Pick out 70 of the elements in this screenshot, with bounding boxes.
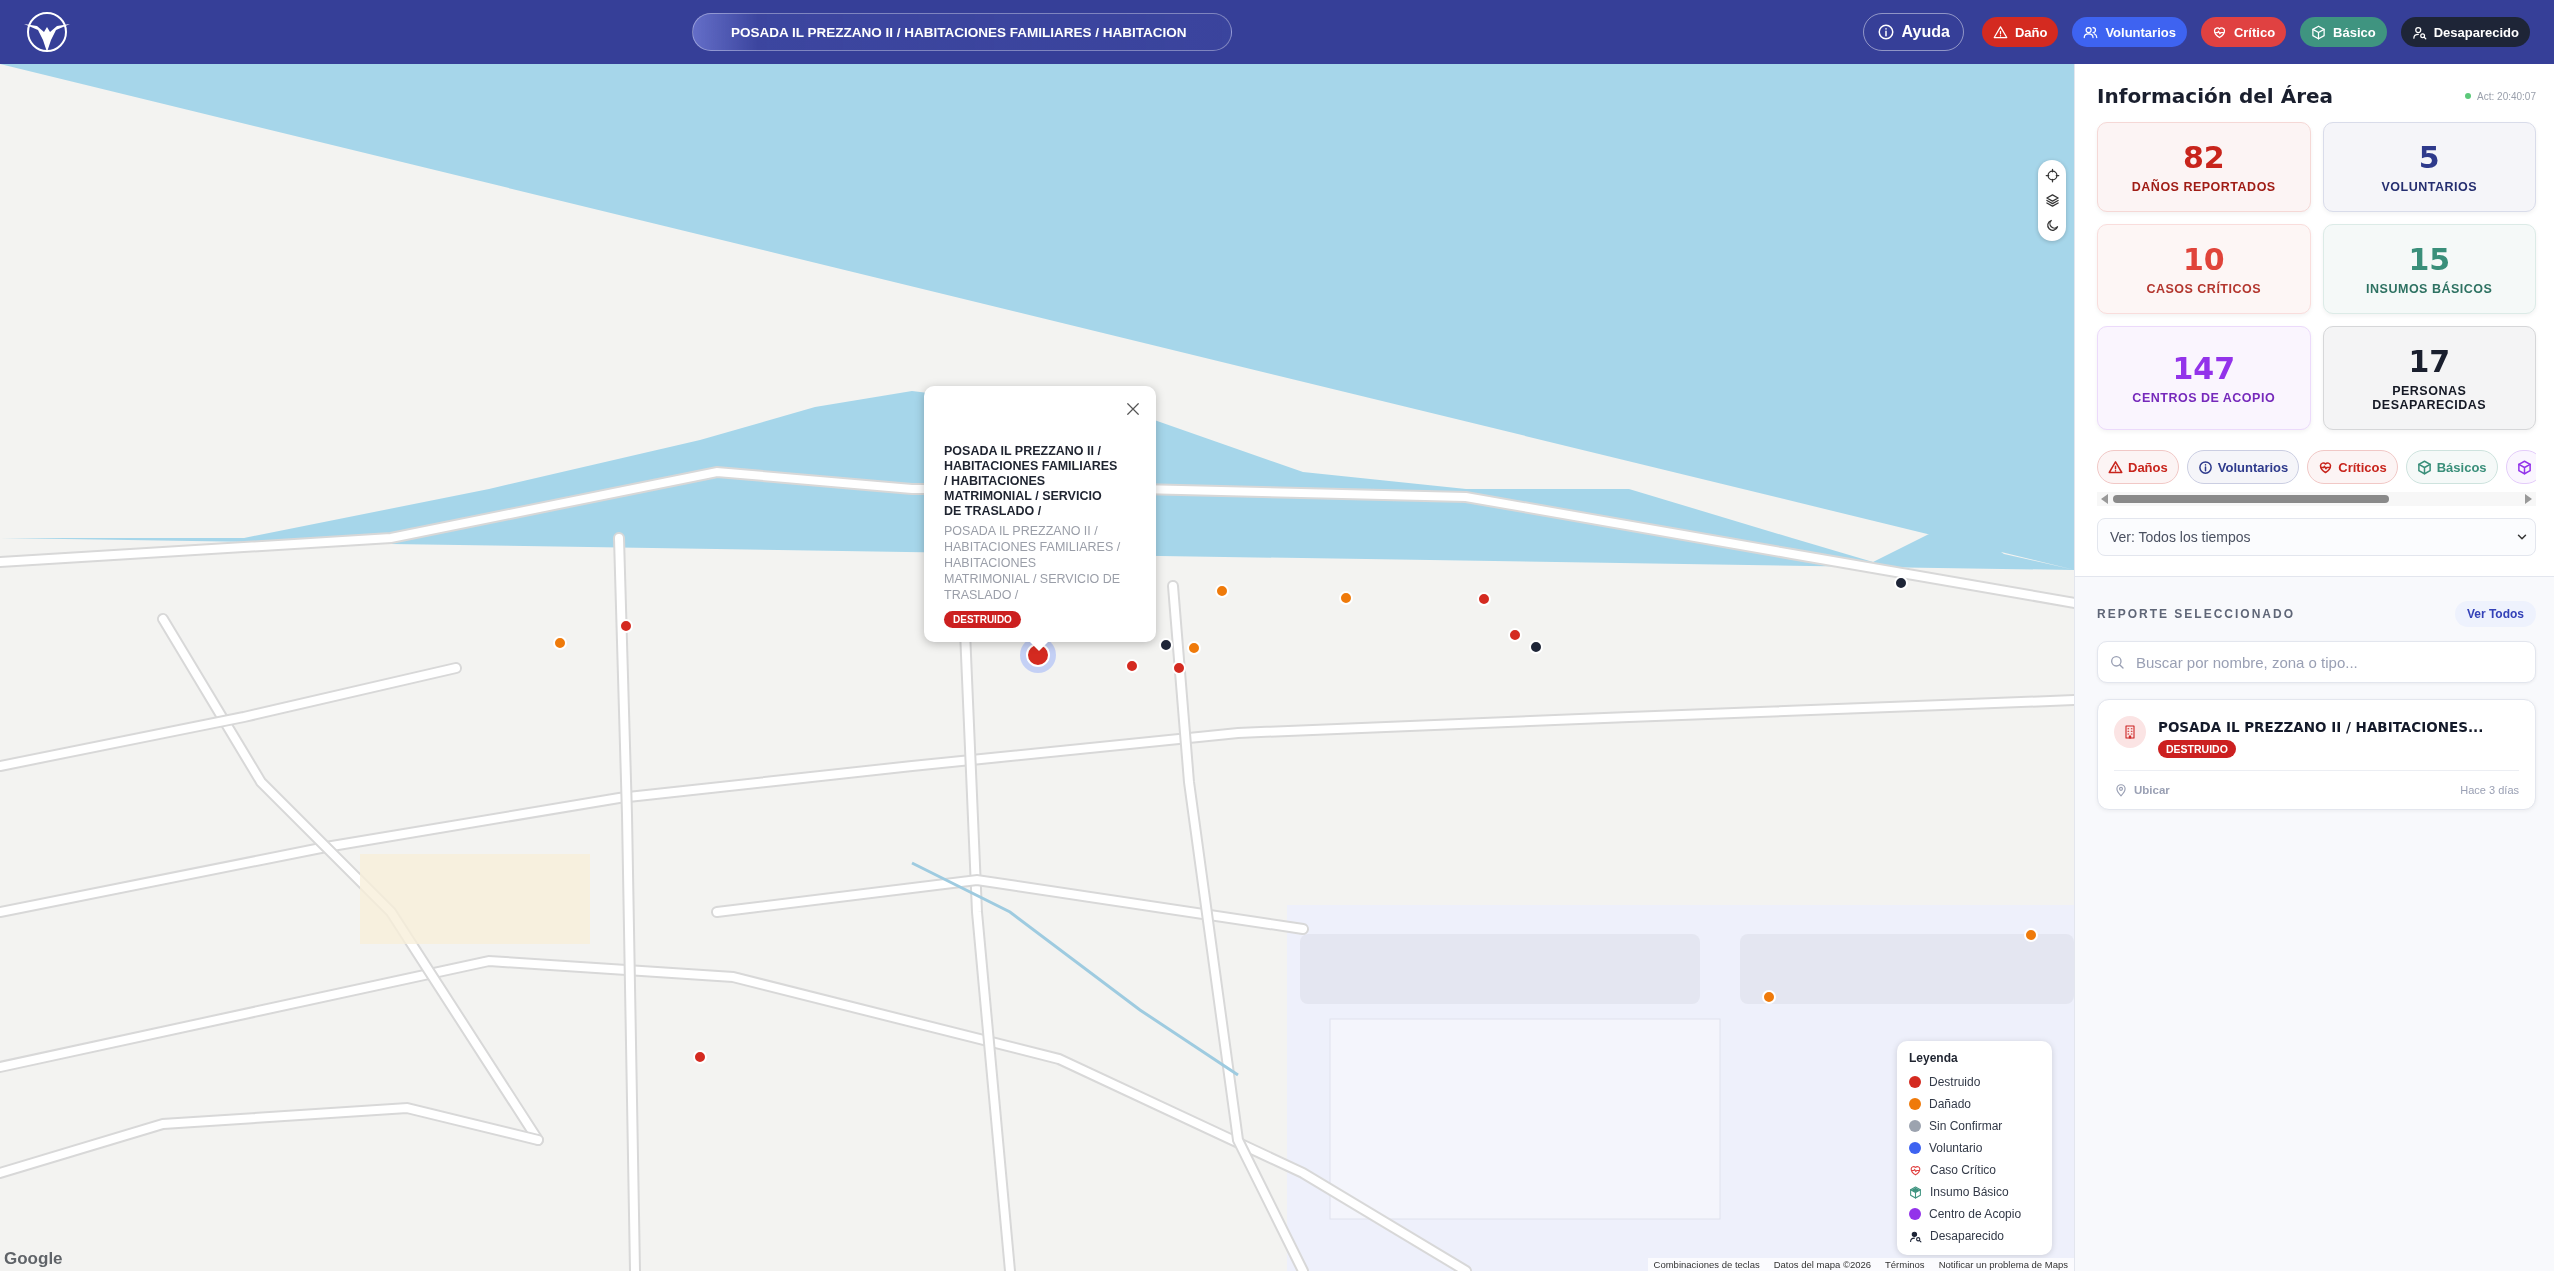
- filter-chip[interactable]: Básicos: [2405, 450, 2498, 484]
- moon-icon: [2044, 218, 2060, 233]
- search-field[interactable]: POSADA IL PREZZANO II / HABITACIONES FAMILIARES / HABITACION: [692, 13, 1232, 51]
- stat-value: 15: [2408, 242, 2451, 278]
- info-icon: [1876, 23, 1895, 41]
- report-title: POSADA IL PREZZANO II / HABITACIONES...: [2158, 719, 2484, 735]
- popup-title: POSADA IL PREZZANO II / HABITACIONES FAMILIARES / HABITACIONES MATRIMONIAL / SERVICIO DE TRASLADO /: [944, 444, 1119, 519]
- status-badge: DESTRUIDO: [944, 611, 1021, 628]
- legend-label: Destruido: [1929, 1075, 1981, 1089]
- filter-button[interactable]: Daño: [1981, 17, 2059, 47]
- dark-mode-button[interactable]: [2044, 218, 2060, 233]
- heart-pulse-icon: [2211, 24, 2227, 40]
- stat-label: DAÑOS REPORTADOS: [2130, 180, 2277, 194]
- legend-title: Leyenda: [1909, 1051, 1959, 1065]
- building-icon: [2122, 724, 2138, 740]
- users-icon: [2083, 24, 2099, 40]
- person-search-icon: [2411, 24, 2427, 40]
- filter-button[interactable]: Voluntarios: [2072, 17, 2187, 47]
- cube-icon: [2311, 24, 2327, 40]
- update-time: Act: 20:40:07: [2477, 90, 2536, 102]
- stat-value: 17: [2408, 344, 2451, 380]
- warning-icon: [1992, 24, 2008, 40]
- filter-button[interactable]: Desaparecido: [2400, 17, 2530, 47]
- close-icon: [1124, 400, 1142, 418]
- filter-chip[interactable]: Daños: [2097, 450, 2179, 484]
- legend-label: Voluntario: [1929, 1141, 1983, 1155]
- close-button[interactable]: [1124, 400, 1142, 418]
- scroll-right-icon[interactable]: [2524, 494, 2532, 504]
- stat-value: 147: [2172, 351, 2236, 387]
- filter-chip[interactable]: Críticos: [2307, 450, 2398, 484]
- scrollbar[interactable]: [2097, 492, 2536, 506]
- stat-label: VOLUNTARIOS: [2380, 180, 2478, 194]
- map-logo: Google: [4, 1249, 63, 1269]
- legend-label: Desaparecido: [1930, 1229, 2005, 1243]
- filter-button[interactable]: Básico: [2300, 17, 2387, 47]
- attribution-link[interactable]: Combinaciones de teclas: [1653, 1259, 1760, 1270]
- attribution-link[interactable]: Términos: [1885, 1259, 1925, 1270]
- view-all-button[interactable]: Ver Todos: [2454, 601, 2536, 627]
- stat-label: CASOS CRÍTICOS: [2145, 282, 2263, 296]
- stat-label: PERSONAS DESAPARECIDAS: [2371, 384, 2488, 412]
- panel-title: Información del Área: [2097, 84, 2334, 108]
- filter-chip[interactable]: [2505, 450, 2536, 484]
- status-badge: DESTRUIDO: [2158, 740, 2236, 758]
- stat-value: 10: [2182, 242, 2225, 278]
- crosshair-icon: [2044, 168, 2060, 183]
- layers-button[interactable]: [2044, 193, 2060, 208]
- stat-label: INSUMOS BÁSICOS: [2365, 282, 2494, 296]
- report-card[interactable]: POSADA IL PREZZANO II / HABITACIONES... DESTRUIDO Ubicar Hace 3 días: [2097, 699, 2536, 810]
- time-filter-dropdown[interactable]: Ver: Todos los tiempos: [2097, 518, 2536, 556]
- legend-label: Sin Confirmar: [1929, 1119, 2003, 1133]
- search-field[interactable]: Buscar por nombre, zona o tipo...: [2097, 641, 2536, 683]
- stat-label: CENTROS DE ACOPIO: [2131, 391, 2277, 405]
- legend-label: Insumo Básico: [1930, 1185, 2009, 1199]
- filter-button[interactable]: Crítico: [2200, 17, 2287, 47]
- legend-label: Dañado: [1929, 1097, 1972, 1111]
- layers-icon: [2044, 193, 2060, 208]
- filter-chip[interactable]: Voluntarios: [2186, 450, 2300, 484]
- legend-label: Centro de Acopio: [1929, 1207, 2022, 1221]
- scroll-left-icon[interactable]: [2101, 494, 2109, 504]
- stat-value: 5: [2418, 140, 2440, 176]
- report-time: Hace 3 días: [2460, 784, 2519, 796]
- attribution-link[interactable]: Notificar un problema de Maps: [1938, 1259, 2068, 1270]
- map-pin-icon: [2114, 783, 2128, 797]
- popup-subtitle: POSADA IL PREZZANO II / HABITACIONES FAMILIARES / HABITACIONES MATRIMONIAL / SERVICIO DE TRASLADO /: [944, 523, 1122, 603]
- legend-label: Caso Crítico: [1930, 1163, 1997, 1177]
- section-title: REPORTE SELECCIONADO: [2097, 607, 2295, 621]
- live-indicator-icon: [2465, 93, 2472, 99]
- stat-value: 82: [2182, 140, 2225, 176]
- attribution-link[interactable]: Datos del mapa ©2026: [1773, 1259, 1872, 1270]
- locate-button[interactable]: [2044, 168, 2060, 183]
